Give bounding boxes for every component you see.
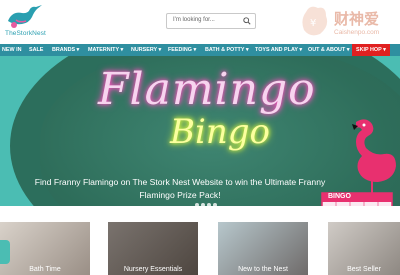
category-tile-nursery-essentials[interactable]: Nursery Essentials: [108, 222, 198, 275]
category-label: Bath Time: [29, 266, 61, 273]
nav-item-feeding[interactable]: FEEDING ▾: [168, 44, 196, 56]
nav-item-new-in[interactable]: NEW IN: [2, 44, 21, 56]
svg-text:¥: ¥: [310, 18, 316, 29]
category-label: Best Seller: [347, 266, 381, 273]
category-tile-new-to-the-nest[interactable]: New to the Nest: [218, 222, 308, 275]
search-icon[interactable]: [243, 17, 251, 25]
nav-item-sale[interactable]: SALE: [29, 44, 43, 56]
banner-title-line2: Bingo: [170, 112, 270, 152]
search-placeholder: I'm looking for...: [173, 17, 215, 23]
flamingo-icon: [352, 119, 396, 196]
nav-item-brands[interactable]: BRANDS ▾: [52, 44, 79, 56]
banner-title-line1: Flamingo: [98, 64, 316, 115]
site-header: TheStorkNest I'm looking for... ¥ 财神爱 Ca…: [0, 0, 400, 44]
nav-item-skip-hop[interactable]: SKIP HOP ▾: [352, 44, 390, 56]
category-tile-best-seller[interactable]: Best Seller: [328, 222, 400, 275]
banner-caption: Find Franny Flamingo on The Stork Nest W…: [34, 177, 326, 200]
nav-item-maternity[interactable]: MATERNITY ▾: [88, 44, 123, 56]
stork-icon: [8, 5, 42, 28]
watermark-url: Caishenpo.com: [334, 29, 380, 36]
logo-text: TheStorkNest: [5, 30, 46, 37]
category-tiles: Bath Time Nursery Essentials New to the …: [0, 206, 400, 275]
bingo-header: BINGO: [328, 193, 351, 200]
search-input[interactable]: I'm looking for...: [166, 13, 256, 29]
hero-banner[interactable]: BINGO 21 17 Flamingo Bingo Find Franny F…: [0, 56, 400, 206]
side-tab-button[interactable]: [0, 240, 10, 264]
watermark-text: 财神爱: [334, 10, 380, 28]
category-tile-bath-time[interactable]: Bath Time: [0, 222, 90, 275]
nav-item-bath-potty[interactable]: BATH & POTTY ▾: [205, 44, 249, 56]
stork-logo[interactable]: TheStorkNest: [2, 3, 48, 39]
nav-item-out-about[interactable]: OUT & ABOUT ▾: [308, 44, 349, 56]
carousel-dots[interactable]: [195, 194, 219, 206]
category-label: New to the Nest: [238, 266, 288, 273]
nav-item-nursery[interactable]: NURSERY ▾: [131, 44, 161, 56]
category-label: Nursery Essentials: [123, 266, 183, 273]
nav-item-toys-play[interactable]: TOYS AND PLAY ▾: [255, 44, 302, 56]
main-nav: NEW IN SALE BRANDS ▾ MATERNITY ▾ NURSERY…: [0, 44, 400, 56]
